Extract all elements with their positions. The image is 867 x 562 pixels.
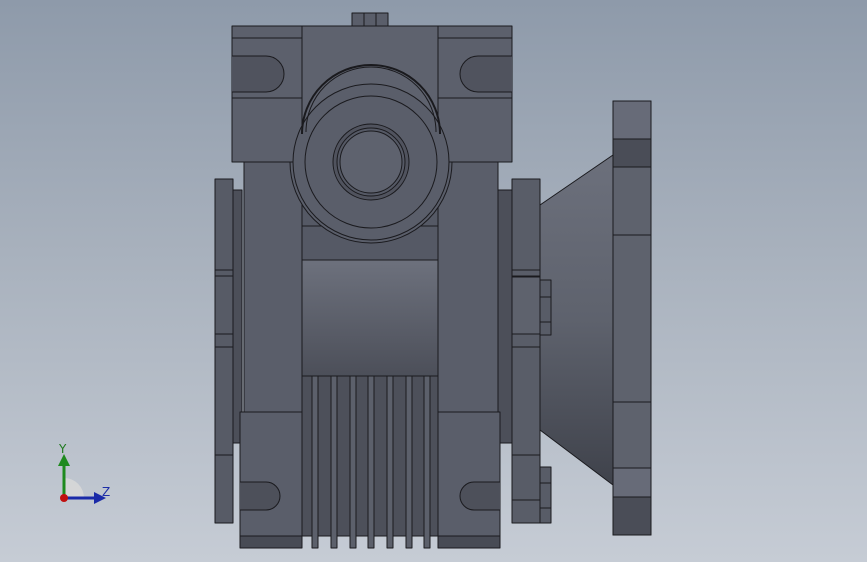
mount-slot bbox=[232, 55, 285, 93]
motor-flange-plate bbox=[612, 100, 652, 536]
foot-slot bbox=[240, 481, 281, 511]
mount-slot bbox=[459, 55, 512, 93]
triad-axes bbox=[58, 454, 106, 504]
left-flange bbox=[214, 178, 243, 524]
axis-z-label: Z bbox=[102, 485, 111, 499]
axis-y-label: Y bbox=[59, 442, 67, 456]
foot-slot bbox=[459, 481, 500, 511]
worm-cylinder bbox=[301, 259, 439, 377]
graphics-viewport[interactable]: Y Z bbox=[0, 0, 867, 562]
orientation-triad: Y Z bbox=[44, 440, 124, 510]
gearbox-model[interactable] bbox=[0, 0, 867, 562]
